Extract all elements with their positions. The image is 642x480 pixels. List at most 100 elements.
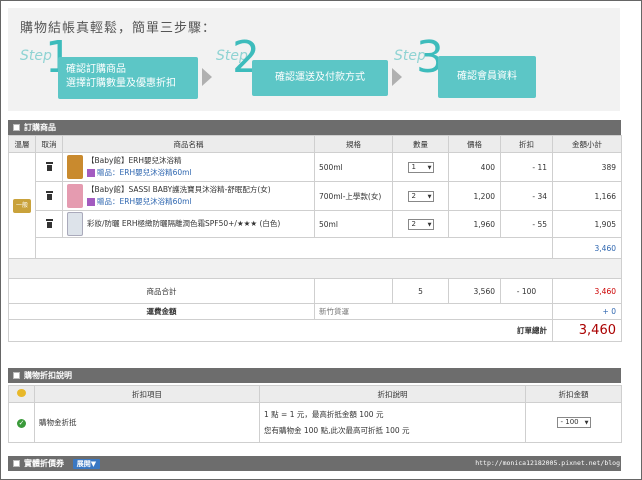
table-row: 一般 【Baby館】ERH嬰兒沐浴精 贈品：ERH嬰兒沐浴精60ml 500ml… [8, 152, 622, 259]
shipping-note: 新竹貨運 [314, 303, 553, 320]
discount-desc: 1 點 = 1 元，最高折抵金額 100 元 您有購物金 100 點,此次最高可… [259, 402, 526, 443]
price-cell: 1,200 [448, 181, 501, 211]
shipping-value: + 0 [552, 303, 622, 320]
product-name[interactable]: 【Baby館】ERH嬰兒沐浴精 [87, 155, 192, 167]
step-1-box: 確認訂購商品 選擇訂購數量及優惠折扣 [58, 57, 198, 99]
discount-header-row: 折扣項目 折扣說明 折扣金額 [8, 385, 622, 403]
step-3-box: 確認會員資料 [438, 56, 536, 98]
discount-section-header: 購物折扣說明 [8, 368, 621, 383]
grand-total-value: 3,460 [552, 319, 622, 342]
grand-total-row: 訂單總計 3,460 [8, 319, 622, 342]
section-square-icon [13, 372, 20, 379]
discount-item: 購物金折抵 [34, 402, 260, 443]
qty-cell: 1 [392, 152, 449, 182]
gift-text: 贈品：ERH嬰兒沐浴精60ml [97, 197, 192, 206]
gift-icon [87, 198, 95, 206]
group-total-row: 3,460 [9, 237, 622, 259]
check-icon: ✓ [17, 418, 26, 428]
product-thumbnail[interactable] [67, 184, 83, 208]
discount-col-desc: 折扣說明 [259, 385, 526, 403]
quantity-select[interactable]: 1 [407, 161, 434, 173]
price-cell: 400 [448, 152, 501, 182]
section-square-icon [13, 124, 20, 131]
summary-price: 3,560 [448, 278, 501, 304]
discount-cell: - 11 [500, 152, 553, 182]
gift-icon [87, 169, 95, 177]
step-3-line1: 確認會員資料 [457, 71, 517, 82]
step-arrow-2 [392, 68, 402, 86]
temp-cell: 一般 [8, 152, 36, 259]
spacer-row [8, 258, 622, 279]
step-2-box: 確認運送及付款方式 [252, 60, 388, 96]
discount-desc-line2: 您有購物金 100 點,此次最高可折抵 100 元 [264, 425, 410, 435]
product-cell: 【Baby館】ERH嬰兒沐浴精 贈品：ERH嬰兒沐浴精60ml [62, 152, 315, 182]
discount-section-title: 購物折扣說明 [24, 371, 72, 380]
grand-total-label: 訂單總計 [8, 319, 553, 342]
checkout-steps-banner: 購物結帳真輕鬆，簡單三步驟： Step 1 確認訂購商品 選擇訂購數量及優惠折扣… [8, 8, 620, 111]
step-1-line1: 確認訂購商品 [66, 64, 126, 75]
cancel-cell [35, 210, 63, 238]
qty-cell: 2 [392, 181, 449, 211]
col-discount: 折扣 [500, 135, 553, 153]
table-row: 彩妝/防曬 ERH極緻防曬隔離潤色霜SPF50+/★★★ (白色) 50ml 2… [9, 210, 622, 238]
coupon-section-title: 實體折價券 [24, 459, 64, 468]
discount-cell: - 55 [500, 210, 553, 238]
subtotal-cell: 1,166 [552, 181, 622, 211]
step-arrow-1 [202, 68, 212, 86]
step-2-line1: 確認運送及付款方式 [275, 72, 365, 83]
col-spec: 規格 [314, 135, 393, 153]
product-cell: 彩妝/防曬 ERH極緻防曬隔離潤色霜SPF50+/★★★ (白色) [62, 210, 315, 238]
col-subtotal: 金額小計 [552, 135, 622, 153]
col-temp: 溫層 [8, 135, 36, 153]
discount-desc-line1: 1 點 = 1 元，最高折抵金額 100 元 [264, 409, 384, 419]
summary-qty: 5 [392, 278, 449, 304]
cancel-cell [35, 181, 63, 211]
col-qty: 數量 [392, 135, 449, 153]
summary-subtotal: 3,460 [552, 278, 622, 304]
qty-cell: 2 [392, 210, 449, 238]
spec-cell: 50ml [314, 210, 393, 238]
discount-row: ✓ 購物金折抵 1 點 = 1 元，最高折抵金額 100 元 您有購物金 100… [8, 402, 622, 443]
trash-icon[interactable] [45, 218, 53, 228]
order-section-header: 訂購商品 [8, 120, 621, 135]
summary-label: 商品合計 [8, 278, 315, 304]
quantity-select[interactable]: 2 [407, 218, 434, 230]
step-1-line2: 選擇訂購數量及優惠折扣 [66, 78, 176, 89]
order-header-row: 溫層 取消 商品名稱 規格 數量 價格 折扣 金額小計 [8, 135, 622, 153]
expand-button[interactable]: 展開▼ [72, 459, 101, 469]
gift-text: 贈品：ERH嬰兒沐浴精60ml [97, 168, 192, 177]
group-total: 3,460 [552, 237, 622, 259]
section-square-icon [13, 460, 20, 467]
summary-discount: - 100 [500, 278, 553, 304]
summary-row: 商品合計 5 3,560 - 100 3,460 [8, 278, 622, 304]
order-table: 溫層 取消 商品名稱 規格 數量 價格 折扣 金額小計 一般 【Baby館】ER… [8, 135, 622, 342]
blog-watermark: http://monica12182005.pixnet.net/blog [475, 459, 620, 467]
subtotal-cell: 1,905 [552, 210, 622, 238]
spec-cell: 700ml-上學款(女) [314, 181, 393, 211]
shipping-row: 運費金額 新竹貨運 + 0 [8, 303, 622, 320]
product-name[interactable]: 【Baby館】SASSI BABY護洗寶貝沐浴精-舒眠配方(女) [87, 184, 271, 196]
discount-table: 折扣項目 折扣說明 折扣金額 ✓ 購物金折抵 1 點 = 1 元，最高折抵金額 … [8, 385, 622, 443]
quantity-select[interactable]: 2 [407, 190, 434, 202]
product-name[interactable]: 彩妝/防曬 ERH極緻防曬隔離潤色霜SPF50+/★★★ (白色) [87, 218, 280, 230]
discount-amount-select[interactable]: - 100 [556, 417, 591, 428]
table-row: 【Baby館】SASSI BABY護洗寶貝沐浴精-舒眠配方(女) 贈品：ERH嬰… [9, 181, 622, 211]
trash-icon[interactable] [45, 190, 53, 200]
discount-col-item: 折扣項目 [34, 385, 260, 403]
col-price: 價格 [448, 135, 501, 153]
product-cell: 【Baby館】SASSI BABY護洗寶貝沐浴精-舒眠配方(女) 贈品：ERH嬰… [62, 181, 315, 211]
spec-cell: 500ml [314, 152, 393, 182]
col-cancel: 取消 [35, 135, 63, 153]
order-section-title: 訂購商品 [24, 123, 56, 132]
cancel-cell [35, 152, 63, 182]
coin-icon [17, 389, 26, 397]
product-thumbnail[interactable] [67, 212, 83, 236]
discount-col-amount: 折扣金額 [525, 385, 622, 403]
shipping-label: 運費金額 [8, 303, 315, 320]
temp-badge-icon: 一般 [13, 198, 31, 213]
subtotal-cell: 389 [552, 152, 622, 182]
trash-icon[interactable] [45, 161, 53, 171]
discount-cell: - 34 [500, 181, 553, 211]
col-name: 商品名稱 [62, 135, 315, 153]
product-thumbnail[interactable] [67, 155, 83, 179]
